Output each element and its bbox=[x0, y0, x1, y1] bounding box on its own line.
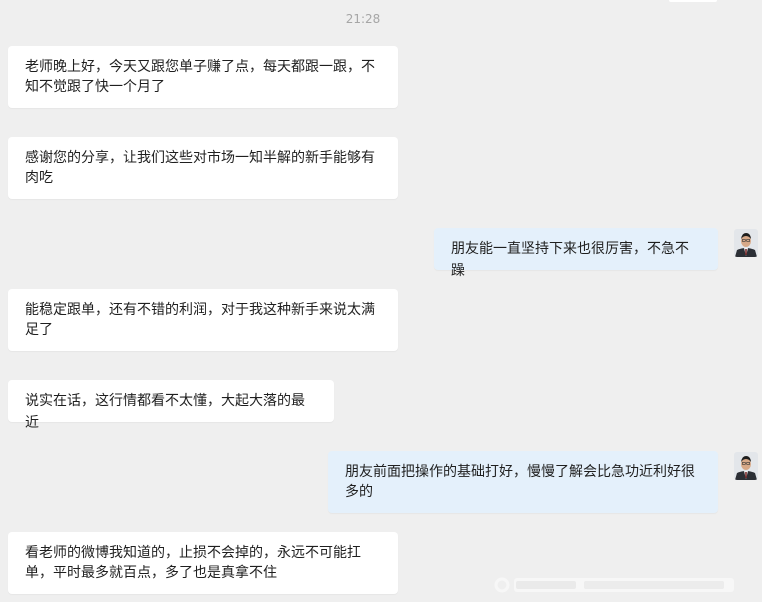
person-avatar-icon[interactable] bbox=[734, 229, 758, 257]
top-edge-fragment bbox=[669, 0, 717, 2]
message-bubble-incoming: 老师晚上好，今天又跟您单子赚了点，每天都跟一跟，不知不觉跟了快一个月了 bbox=[8, 46, 398, 108]
message-bubble-incoming: 感谢您的分享，让我们这些对市场一知半解的新手能够有肉吃 bbox=[8, 137, 398, 199]
person-avatar-icon[interactable] bbox=[734, 452, 758, 480]
message-bubble-outgoing: 朋友能一直坚持下来也很厉害，不急不躁 bbox=[434, 228, 718, 279]
message-bubble-incoming: 说实在话，这行情都看不太懂，大起大落的最近 bbox=[8, 380, 334, 431]
message-bubble-incoming: 能稳定跟单，还有不错的利润，对于我这种新手来说太满足了 bbox=[8, 289, 398, 351]
message-bubble-incoming: 看老师的微博我知道的，止损不会掉的，永远不可能扛单，平时最多就百点，多了也是真拿… bbox=[8, 532, 398, 594]
message-timestamp: 21:28 bbox=[345, 12, 381, 26]
message-bubble-outgoing: 朋友前面把操作的基础打好，慢慢了解会比急功近利好很多的 bbox=[328, 451, 718, 513]
watermark-image bbox=[494, 572, 746, 598]
